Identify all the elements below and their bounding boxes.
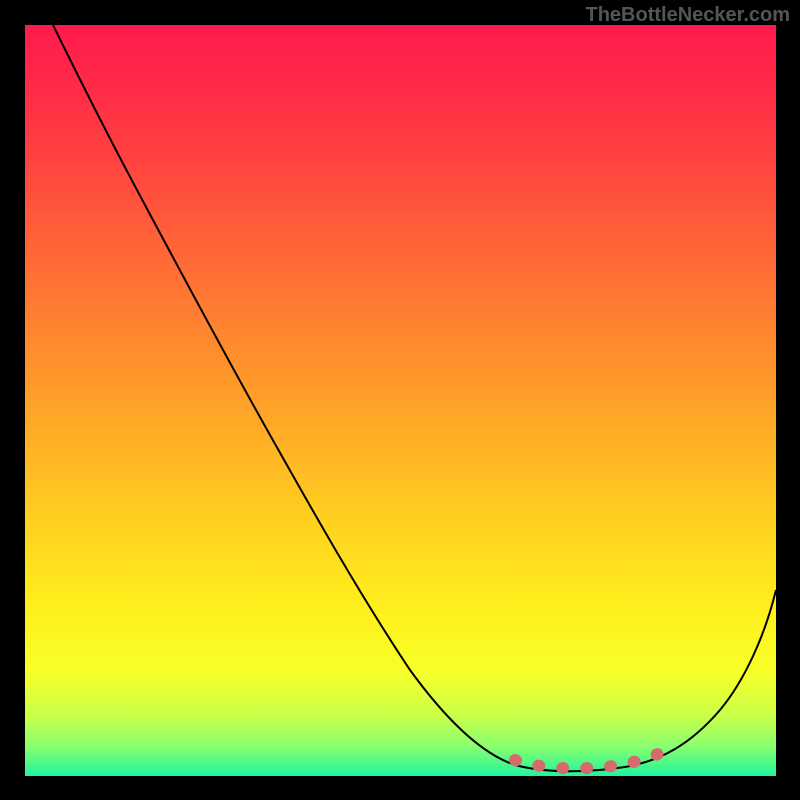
attribution-text: TheBottleNecker.com <box>585 4 790 27</box>
plot-gradient-background <box>25 25 776 776</box>
chart-container: TheBottleNecker.com <box>0 0 800 800</box>
